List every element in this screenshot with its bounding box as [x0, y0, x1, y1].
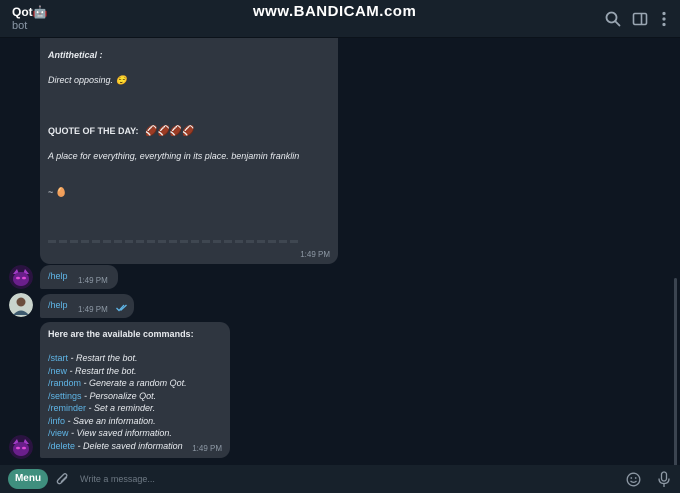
command-row: /info - Save an information. [48, 416, 187, 429]
command-link[interactable]: /reminder [48, 403, 86, 413]
chat-history[interactable]: Antithetical : Direct opposing. 😌 QUOTE … [0, 38, 680, 465]
quote-title: QUOTE OF THE DAY: 🏈🏈🏈🏈 [48, 126, 195, 137]
command-row: /reminder - Set a reminder. [48, 403, 187, 416]
commands-message: Here are the available commands: /start … [40, 322, 230, 458]
menu-button[interactable]: Menu [8, 469, 48, 489]
command-link[interactable]: /start [48, 353, 68, 363]
command-description: - Personalize Qot. [84, 390, 157, 401]
message-time: 1:49 PM [78, 305, 108, 314]
emoji-icon[interactable] [626, 472, 641, 487]
more-vertical-icon[interactable] [655, 10, 673, 28]
chat-subtitle: bot [12, 20, 28, 32]
command-link[interactable]: /new [48, 366, 67, 376]
message-time: 1:49 PM [192, 444, 222, 453]
quote-text: A place for everything, everything in it… [48, 151, 300, 161]
command-link[interactable]: /settings [48, 391, 82, 401]
chat-scrollbar[interactable] [674, 278, 677, 465]
bandicam-watermark: www.BANDICAM.com [253, 3, 417, 20]
commands-list: /start - Restart the bot./new - Restart … [48, 353, 187, 453]
chat-header: Qot🤖 bot www.BANDICAM.com [0, 0, 680, 38]
command-row: /view - View saved information. [48, 428, 187, 441]
football-emojis: 🏈🏈🏈🏈 [145, 126, 195, 137]
command-description: - Delete saved information [77, 440, 183, 451]
command-row: /new - Restart the bot. [48, 366, 187, 379]
commands-title: Here are the available commands: [48, 329, 194, 339]
bot-help-message: /help 1:49 PM [40, 265, 118, 289]
command-description: - Set a reminder. [88, 403, 156, 413]
bot-avatar[interactable] [9, 265, 33, 289]
search-icon[interactable] [604, 10, 622, 28]
message-time: 1:49 PM [78, 276, 108, 285]
command-description: - Save an information. [67, 415, 156, 426]
sidebar-toggle-icon[interactable] [631, 10, 649, 28]
help-command-link[interactable]: /help [48, 271, 68, 281]
command-link[interactable]: /view [48, 428, 69, 438]
quote-message: Antithetical : Direct opposing. 😌 QUOTE … [40, 38, 338, 264]
antithetical-meaning: Direct opposing. 😌 [48, 75, 127, 85]
help-command-link[interactable]: /help [48, 300, 68, 310]
command-description: - Restart the bot. [69, 365, 137, 376]
command-description: - View saved information. [71, 428, 172, 438]
composer-bar: Menu [0, 465, 680, 493]
microphone-icon[interactable] [657, 471, 671, 488]
command-link[interactable]: /info [48, 416, 65, 426]
command-description: - Restart the bot. [70, 353, 138, 363]
user-help-message: /help 1:49 PM [40, 294, 134, 318]
read-receipt-icon [116, 304, 127, 312]
quote-sign: ~ 🥚 [48, 187, 67, 197]
command-description: - Generate a random Qot. [83, 378, 187, 388]
command-link[interactable]: /delete [48, 441, 75, 451]
bot-avatar[interactable] [9, 435, 33, 459]
command-row: /delete - Delete saved information [48, 441, 187, 454]
user-avatar[interactable] [9, 293, 33, 317]
command-row: /random - Generate a random Qot. [48, 378, 187, 391]
message-input[interactable] [80, 471, 580, 487]
command-row: /settings - Personalize Qot. [48, 391, 187, 404]
command-row: /start - Restart the bot. [48, 353, 187, 366]
chat-title[interactable]: Qot🤖 [12, 5, 48, 19]
message-time: 1:49 PM [300, 250, 330, 259]
attach-icon[interactable] [56, 472, 70, 486]
spoiler-line [48, 240, 300, 243]
command-link[interactable]: /random [48, 378, 81, 388]
antithetical-label: Antithetical : [48, 50, 103, 60]
